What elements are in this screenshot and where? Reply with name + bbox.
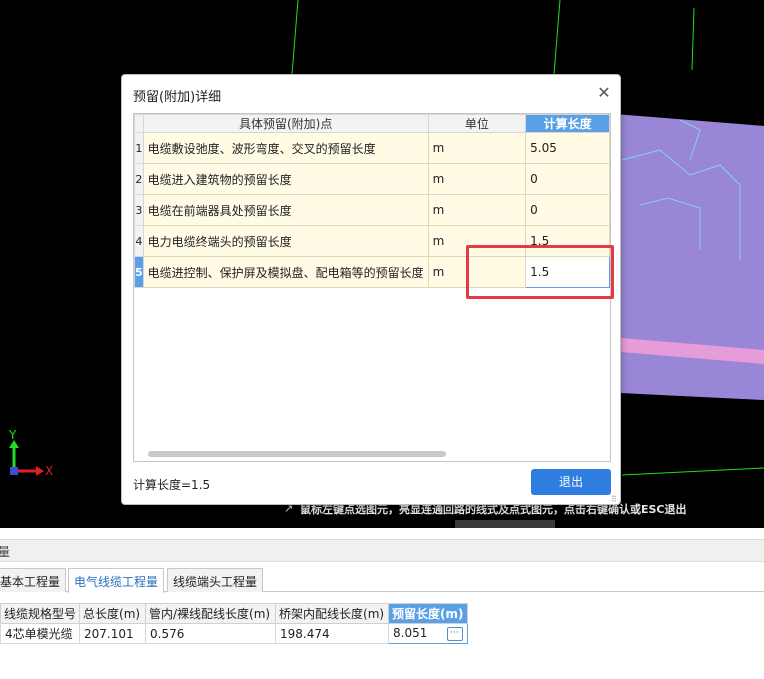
row-number: 2 xyxy=(134,163,144,195)
cell-point[interactable]: 电力电缆终端头的预留长度 xyxy=(142,225,429,257)
cell-point[interactable]: 电缆进控制、保护屏及模拟盘、配电箱等的预留长度 xyxy=(142,256,429,288)
cell-unit[interactable]: m xyxy=(427,132,527,164)
green-line-1 xyxy=(291,0,299,75)
calc-length-summary: 计算长度=1.5 xyxy=(133,478,211,492)
quantity-table-header: 线缆规格型号 总长度(m) 管内/裸线配线长度(m) 桥架内配线长度(m) 预留… xyxy=(0,603,468,624)
table-row[interactable]: 2 电缆进入建筑物的预留长度 m 0 xyxy=(134,163,610,195)
tab-basic-quantity[interactable]: 基本工程量 xyxy=(0,568,67,592)
cell-cable-spec[interactable]: 4芯单模光缆 xyxy=(0,623,81,644)
header-point[interactable]: 具体预留(附加)点 xyxy=(142,114,429,133)
row-number: 3 xyxy=(134,194,144,226)
resize-grip-icon[interactable]: ⠿ xyxy=(611,495,617,504)
more-button[interactable]: ··· xyxy=(446,627,463,641)
row-number: 4 xyxy=(134,225,144,257)
row-number: 1 xyxy=(134,132,144,164)
cell-unit[interactable]: m xyxy=(427,163,527,195)
exit-button[interactable]: 退出 xyxy=(531,469,611,495)
cell-calc-length[interactable]: 0 xyxy=(525,194,610,226)
tab-cable-end-quantity[interactable]: 线缆端头工程量 xyxy=(167,568,264,592)
reserve-table-header: 具体预留(附加)点 单位 计算长度 xyxy=(134,114,610,133)
reserve-length-value: 8.051 xyxy=(393,626,428,640)
cell-tray-length[interactable]: 198.474 xyxy=(275,623,390,644)
table-row[interactable]: 3 电缆在前端器具处预留长度 m 0 xyxy=(134,194,610,226)
col-total-length[interactable]: 总长度(m) xyxy=(79,603,147,624)
cell-calc-length[interactable]: 0 xyxy=(525,163,610,195)
close-icon[interactable]: ✕ xyxy=(596,83,612,102)
cell-calc-length[interactable]: 5.05 xyxy=(525,132,610,164)
col-tray-length[interactable]: 桥架内配线长度(m) xyxy=(275,603,390,624)
header-calc-length[interactable]: 计算长度 xyxy=(525,114,610,133)
cell-reserve-length[interactable]: 8.051 ··· xyxy=(388,623,468,644)
highlight-box xyxy=(466,245,614,299)
cell-point[interactable]: 电缆进入建筑物的预留长度 xyxy=(142,163,429,195)
header-rownum xyxy=(134,114,144,133)
cell-pipe-length[interactable]: 0.576 xyxy=(145,623,277,644)
quantity-panel: 量 基本工程量 电气线缆工程量 线缆端头工程量 线缆规格型号 总长度(m) 管内… xyxy=(0,528,764,679)
col-pipe-length[interactable]: 管内/裸线配线长度(m) xyxy=(145,603,277,624)
table-row[interactable]: 1 电缆敷设弛度、波形弯度、交叉的预留长度 m 5.05 xyxy=(134,132,610,164)
col-cable-spec[interactable]: 线缆规格型号 xyxy=(0,603,81,624)
axis-x-label: X xyxy=(45,464,54,478)
x-axis-arrow xyxy=(36,466,44,476)
axis-origin xyxy=(10,467,18,475)
panel-header: 量 xyxy=(0,539,764,562)
cell-unit[interactable]: m xyxy=(427,194,527,226)
quantity-table: 线缆规格型号 总长度(m) 管内/裸线配线长度(m) 桥架内配线长度(m) 预留… xyxy=(0,603,468,644)
table-row[interactable]: 4芯单模光缆 207.101 0.576 198.474 8.051 ··· xyxy=(0,623,468,644)
tab-cable-quantity[interactable]: 电气线缆工程量 xyxy=(68,568,165,593)
row-number: 5 xyxy=(134,256,144,288)
col-reserve-length[interactable]: 预留长度(m) xyxy=(388,603,468,624)
green-line-3 xyxy=(691,7,695,71)
panel-header-label: 量 xyxy=(0,545,11,559)
header-unit[interactable]: 单位 xyxy=(427,114,527,133)
horizontal-scrollbar[interactable] xyxy=(148,451,446,457)
dialog-title: 预留(附加)详细 xyxy=(133,90,222,105)
cell-point[interactable]: 电缆敷设弛度、波形弯度、交叉的预留长度 xyxy=(142,132,429,164)
tab-bar: 基本工程量 电气线缆工程量 线缆端头工程量 xyxy=(0,568,764,593)
green-line-4 xyxy=(621,467,764,476)
cell-total-length[interactable]: 207.101 xyxy=(79,623,147,644)
axis-y-label: Y xyxy=(9,428,17,442)
viewport-scrollbar[interactable] xyxy=(455,520,555,528)
green-line-2 xyxy=(553,0,561,75)
cell-point[interactable]: 电缆在前端器具处预留长度 xyxy=(142,194,429,226)
